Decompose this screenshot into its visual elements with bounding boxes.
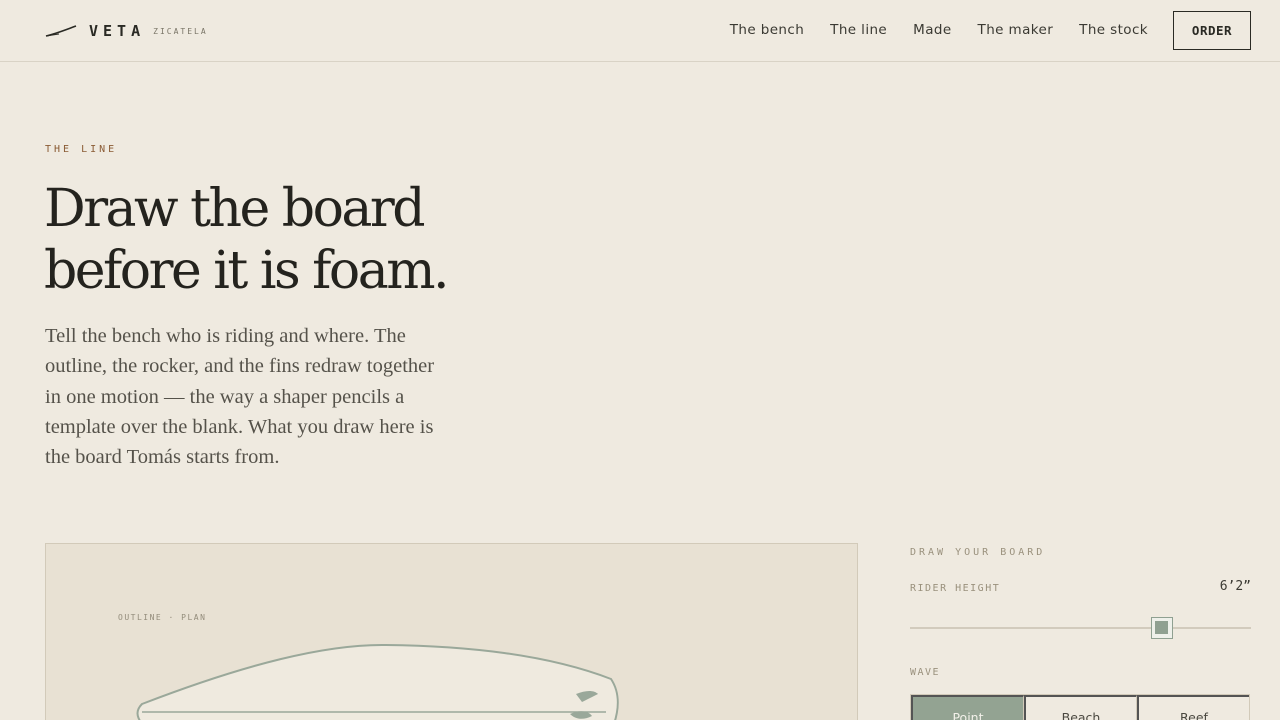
wave-label: WAVE bbox=[910, 667, 941, 678]
main-nav: The bench The line Made The maker The st… bbox=[730, 22, 1148, 38]
wave-option-reef[interactable]: Reef bbox=[1137, 695, 1249, 720]
page-title: Draw the board before it is foam. bbox=[44, 178, 544, 302]
wave-mark-icon bbox=[45, 25, 77, 37]
site-header: VETA ZICATELA The bench The line Made Th… bbox=[0, 0, 1280, 62]
headline-line-1: Draw the board bbox=[44, 179, 426, 239]
wave-option-beach[interactable]: Beach bbox=[1024, 695, 1137, 720]
wave-selector: Point Beach Reef bbox=[910, 694, 1250, 720]
nav-the-bench[interactable]: The bench bbox=[730, 22, 804, 38]
rider-height-slider-thumb[interactable] bbox=[1151, 617, 1173, 639]
board-outline bbox=[136, 643, 619, 720]
nav-made[interactable]: Made bbox=[913, 22, 951, 38]
headline-line-2: before it is foam. bbox=[44, 241, 450, 301]
rider-height-value: 6’2” bbox=[1219, 579, 1251, 594]
rider-height-slider-track[interactable] bbox=[910, 627, 1251, 629]
controls-title: DRAW YOUR BOARD bbox=[910, 547, 1046, 558]
wave-option-point[interactable]: Point bbox=[911, 695, 1024, 720]
nav-the-line[interactable]: The line bbox=[830, 22, 887, 38]
rider-height-label: RIDER HEIGHT bbox=[910, 583, 1001, 594]
brand-logo[interactable]: VETA ZICATELA bbox=[45, 20, 208, 42]
nav-the-stock[interactable]: The stock bbox=[1079, 22, 1148, 38]
nav-the-maker[interactable]: The maker bbox=[978, 22, 1054, 38]
order-button[interactable]: ORDER bbox=[1173, 11, 1251, 50]
board-outline-drawing bbox=[136, 643, 619, 720]
brand-name: VETA bbox=[89, 22, 146, 40]
board-canvas[interactable]: OUTLINE · PLAN bbox=[45, 543, 858, 720]
brand-location: ZICATELA bbox=[153, 26, 208, 36]
section-eyebrow: THE LINE bbox=[45, 144, 118, 155]
intro-paragraph: Tell the bench who is riding and where. … bbox=[45, 325, 435, 469]
